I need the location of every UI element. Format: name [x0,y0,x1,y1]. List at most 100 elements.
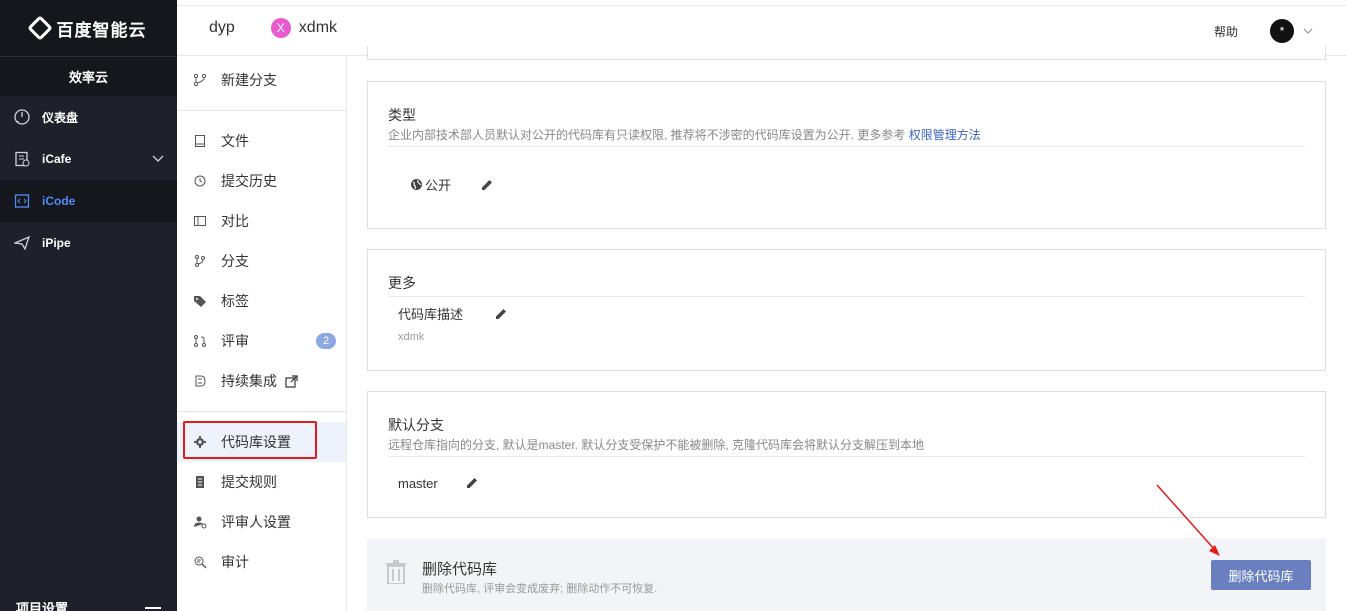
menu-label: 文件 [221,133,249,149]
default-branch-title: 默认分支 [388,417,444,433]
menu-label: 持续集成 [221,373,277,389]
pull-request-icon [193,334,207,348]
sidebar-item-dashboard[interactable]: 仪表盘 [0,96,177,138]
repo-switcher[interactable]: X xdmk [270,17,338,38]
default-branch-name: master [398,475,438,491]
more-title: 更多 [388,275,416,291]
globe-icon [410,178,423,191]
send-icon [14,235,30,251]
repo-description-field: 代码库描述 [398,304,509,323]
logo-icon [26,15,53,41]
chevron-down-icon[interactable] [1302,24,1314,42]
trash-icon [385,560,407,589]
menu-label: 评审人设置 [221,514,291,530]
repo-description-label: 代码库描述 [398,307,464,322]
repo-description-value: xdmk [398,331,425,343]
edit-description-icon[interactable] [493,306,509,322]
menu-item-history[interactable]: 提交历史 [177,161,346,201]
menu-label: 提交历史 [221,173,277,189]
visibility-label: 公开 [425,178,452,193]
default-branch-card: 默认分支 远程仓库指向的分支, 默认是master. 默认分支受保护不能被删除,… [367,391,1326,518]
repo-name: xdmk [298,18,338,36]
help-link[interactable]: 帮助 [1214,23,1238,40]
delete-repo-section: 删除代码库 删除代码库, 评审会变成废弃; 删除动作不可恢复. 删除代码库 [367,538,1326,611]
sidebar-item-label: iPipe [42,236,71,250]
delete-repo-title: 删除代码库 [422,561,498,578]
menu-divider [177,411,346,412]
product-name: 效率云 [0,56,177,96]
user-avatar[interactable]: * [1270,19,1294,43]
external-link-icon[interactable] [285,374,298,388]
type-title: 类型 [388,107,416,123]
menu-label: 分支 [221,253,249,269]
menu-item-tags[interactable]: 标签 [177,281,346,321]
rules-icon [193,475,207,489]
file-icon [193,134,207,148]
settings-content: 类型 企业内部技术部人员默认对公开的代码库有只读权限, 推荐将不涉密的代码库设置… [347,46,1346,611]
menu-item-reviews[interactable]: 评审 2 [177,321,346,361]
type-card: 类型 企业内部技术部人员默认对公开的代码库有只读权限, 推荐将不涉密的代码库设置… [367,81,1326,229]
workspace-name[interactable]: dyp [209,19,235,37]
menu-item-compare[interactable]: 对比 [177,201,346,241]
menu-label: 提交规则 [221,474,277,490]
brand-logo[interactable]: 百度智能云 [0,0,177,56]
sidebar-item-label: 仪表盘 [42,110,79,125]
menu-item-repo-settings[interactable]: 代码库设置 [177,422,346,462]
menu-item-commit-rules[interactable]: 提交规则 [177,462,346,502]
main-sidebar: 百度智能云 效率云 仪表盘 iCafe iCode iPipe 项目设置 [0,0,177,611]
history-icon [193,174,207,188]
branch-icon [193,254,207,268]
top-divider [177,5,1346,6]
sidebar-item-icafe[interactable]: iCafe [0,138,177,180]
repo-menu: 新建分支 文件 提交历史 对比 分支 标签 评审 2 持续集成 代码库设置 提交… [177,56,347,611]
gear-icon [193,435,207,449]
user-gear-icon [193,515,207,529]
menu-label: 审计 [221,554,249,570]
branch-icon [193,73,207,87]
menu-label: 代码库设置 [221,434,291,450]
menu-label: 标签 [221,293,249,309]
menu-label: 评审 [221,333,249,349]
menu-item-ci[interactable]: 持续集成 [177,361,346,401]
review-count-badge: 2 [316,333,336,349]
collapse-menu-icon[interactable] [145,607,161,611]
delete-repo-button[interactable]: 删除代码库 [1211,560,1311,590]
logo-text: 百度智能云 [56,20,147,40]
code-icon [14,193,30,209]
menu-divider [177,110,346,111]
type-description: 企业内部技术部人员默认对公开的代码库有只读权限, 推荐将不涉密的代码库设置为公开… [388,126,981,143]
menu-item-branches[interactable]: 分支 [177,241,346,281]
sidebar-item-label: iCode [42,194,76,208]
type-desc-text: 企业内部技术部人员默认对公开的代码库有只读权限, 推荐将不涉密的代码库设置为公开… [388,128,906,142]
tag-icon [193,294,207,308]
default-branch-value: master [398,475,480,491]
menu-label: 新建分支 [221,72,277,88]
sidebar-item-ipipe[interactable]: iPipe [0,222,177,264]
previous-card [367,46,1326,60]
gauge-icon [14,109,30,125]
menu-item-audit[interactable]: 审计 [177,542,346,582]
project-settings-label: 项目设置 [16,601,69,611]
compare-icon [193,214,207,228]
menu-item-files[interactable]: 文件 [177,121,346,161]
audit-icon [193,555,207,569]
menu-item-reviewer-settings[interactable]: 评审人设置 [177,502,346,542]
menu-label: 对比 [221,213,249,229]
sidebar-item-label: iCafe [42,152,72,166]
new-branch-button[interactable]: 新建分支 [177,60,346,100]
permission-doc-link[interactable]: 权限管理方法 [909,128,981,142]
project-settings-link[interactable]: 项目设置 [0,595,177,611]
card-divider [388,296,1305,297]
document-icon [14,151,30,167]
chevron-down-icon[interactable] [151,151,165,168]
card-divider [388,456,1305,457]
sidebar-item-icode[interactable]: iCode [0,180,177,222]
pipeline-icon [193,374,207,388]
more-card: 更多 代码库描述 xdmk [367,249,1326,371]
edit-visibility-icon[interactable] [479,177,495,193]
default-branch-description: 远程仓库指向的分支, 默认是master. 默认分支受保护不能被删除, 克隆代码… [388,438,925,452]
visibility-value: 公开 [410,175,495,194]
repo-avatar: X [270,17,291,38]
delete-repo-warning: 删除代码库, 评审会变成废弃; 删除动作不可恢复. [422,583,658,595]
edit-default-branch-icon[interactable] [464,475,480,491]
